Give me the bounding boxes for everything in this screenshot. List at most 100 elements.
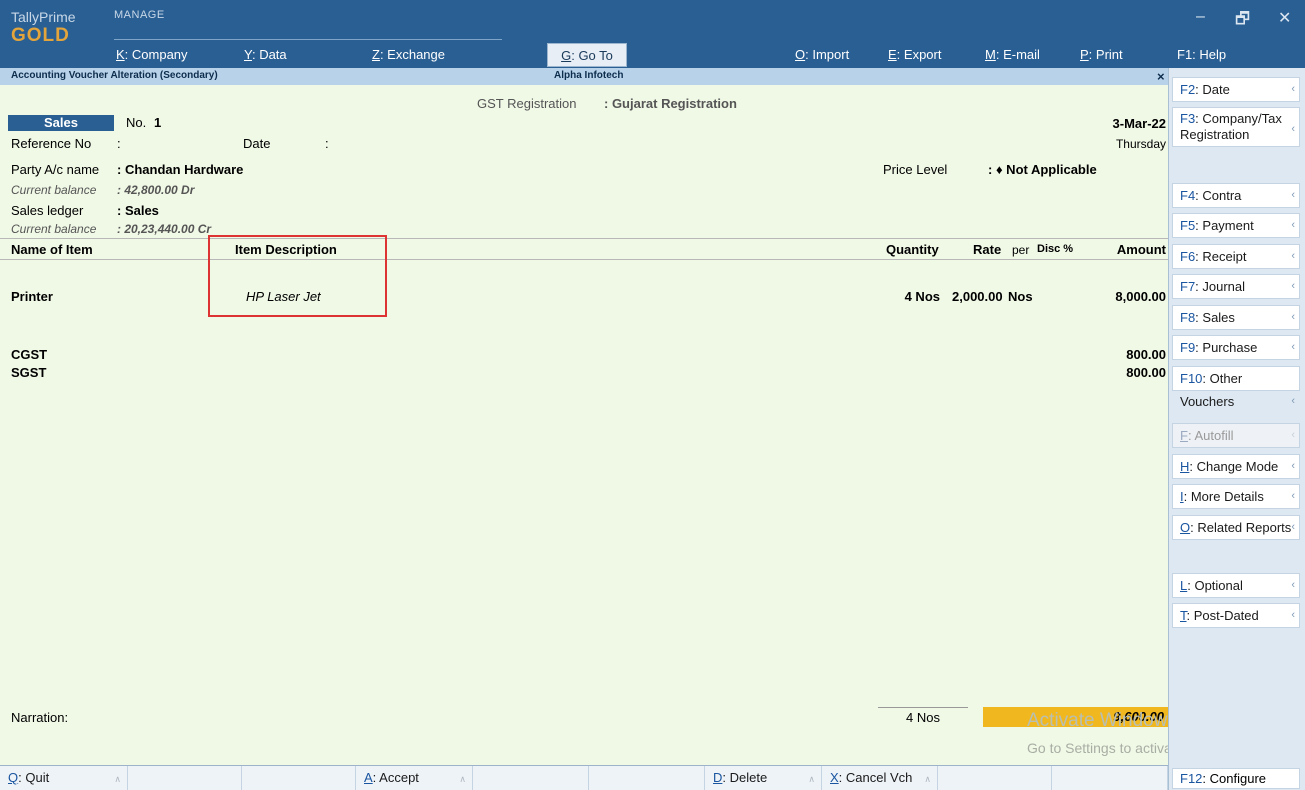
f5-payment-button[interactable]: F5: Payment ‹: [1172, 213, 1300, 238]
sales-balance-label: Current balance: [11, 222, 97, 236]
reference-date-label: Date: [243, 136, 271, 151]
brand-edition: GOLD: [11, 25, 70, 46]
manage-label: MANAGE: [114, 9, 165, 21]
quit-button[interactable]: Q: Quit ∧: [0, 766, 128, 790]
f10-other-vouchers-button[interactable]: F10: Other Vouchers ‹: [1172, 366, 1300, 409]
menu-email[interactable]: M: E-mail: [985, 47, 1040, 62]
bottom-slot-10[interactable]: [1052, 766, 1168, 790]
f4-contra-button[interactable]: F4: Contra ‹: [1172, 183, 1300, 208]
menu-exchange[interactable]: Z: Exchange: [372, 47, 445, 62]
reference-no-colon[interactable]: :: [117, 136, 121, 151]
chevron-left-icon: ‹: [1291, 609, 1295, 621]
chevron-left-icon: ‹: [1291, 341, 1295, 353]
party-balance-label: Current balance: [11, 183, 97, 197]
menu-export[interactable]: E: Export: [888, 47, 941, 62]
optional-button[interactable]: L: Optional ‹: [1172, 573, 1300, 598]
f9-purchase-button[interactable]: F9: Purchase ‹: [1172, 335, 1300, 360]
manage-divider: [114, 39, 502, 40]
item-per[interactable]: Nos: [1008, 289, 1033, 304]
chevron-left-icon: ‹: [1291, 219, 1295, 231]
activate-windows-watermark: Activate Windows: [1027, 710, 1177, 731]
f3-company-tax-button[interactable]: F3: Company/Tax Registration ‹: [1172, 107, 1300, 147]
delete-button[interactable]: D: Delete ∧: [705, 766, 822, 790]
more-details-button[interactable]: I: More Details ‹: [1172, 484, 1300, 509]
menu-help[interactable]: F1: Help: [1177, 47, 1226, 62]
top-bar: TallyPrime GOLD MANAGE K: Company Y: Dat…: [0, 0, 1305, 68]
tax-cgst-amount[interactable]: 800.00: [1090, 347, 1166, 362]
autofill-button[interactable]: F: Autofill ‹: [1172, 423, 1300, 448]
item-description-highlight: [208, 235, 387, 317]
chevron-left-icon: ‹: [1291, 395, 1295, 407]
table-header-divider: [0, 259, 1168, 260]
bottom-button-bar: Q: Quit ∧ A: Accept ∧ D: Delete ∧ X: Cancel…: [0, 765, 1168, 790]
bottom-slot-5[interactable]: [473, 766, 589, 790]
item-quantity[interactable]: 4 Nos: [880, 289, 940, 304]
reference-date-colon[interactable]: :: [325, 136, 329, 151]
menu-data[interactable]: Y: Data: [244, 47, 287, 62]
menu-company[interactable]: K: Company: [116, 47, 188, 62]
bottom-slot-2[interactable]: [128, 766, 242, 790]
chevron-left-icon: ‹: [1291, 189, 1295, 201]
table-top-divider: [0, 238, 1168, 239]
sales-ledger-value[interactable]: : Sales: [117, 203, 159, 218]
price-level-value[interactable]: : ♦ Not Applicable: [988, 162, 1097, 177]
chevron-left-icon: ‹: [1291, 250, 1295, 262]
party-label: Party A/c name: [11, 162, 100, 177]
screen-title: Accounting Voucher Alteration (Secondary…: [11, 70, 218, 81]
tax-cgst-name[interactable]: CGST: [11, 347, 47, 362]
col-amount: Amount: [1116, 242, 1166, 257]
bottom-slot-6[interactable]: [589, 766, 705, 790]
restore-icon[interactable]: 🗗: [1235, 8, 1250, 35]
voucher-no-label: No.: [126, 115, 147, 130]
gst-registration-value[interactable]: : Gujarat Registration: [604, 96, 737, 111]
gst-registration-label: GST Registration: [477, 96, 577, 111]
bottom-slot-3[interactable]: [242, 766, 356, 790]
cancel-voucher-button[interactable]: X: Cancel Vch ∧: [822, 766, 938, 790]
menu-print[interactable]: P: Print: [1080, 47, 1123, 62]
bottom-slot-9[interactable]: [938, 766, 1052, 790]
accept-button[interactable]: A: Accept ∧: [356, 766, 473, 790]
caret-icon: ∧: [114, 774, 121, 784]
menu-goto[interactable]: G: Go To: [547, 43, 627, 67]
tax-sgst-amount[interactable]: 800.00: [1090, 365, 1166, 380]
f6-receipt-button[interactable]: F6: Receipt ‹: [1172, 244, 1300, 269]
f7-journal-button[interactable]: F7: Journal ‹: [1172, 274, 1300, 299]
col-per: per: [1012, 243, 1030, 257]
total-quantity: 4 Nos: [878, 707, 968, 727]
change-mode-button[interactable]: H: Change Mode ‹: [1172, 454, 1300, 479]
sales-ledger-label: Sales ledger: [11, 203, 84, 218]
voucher-type-badge: Sales: [8, 115, 114, 131]
item-name[interactable]: Printer: [11, 289, 53, 304]
f2-date-button[interactable]: F2: Date ‹: [1172, 77, 1300, 102]
col-name-of-item: Name of Item: [11, 242, 93, 257]
chevron-left-icon: ‹: [1291, 521, 1295, 533]
minimize-icon[interactable]: –: [1196, 8, 1205, 26]
item-amount[interactable]: 8,000.00: [1090, 289, 1166, 304]
close-icon[interactable]: ×: [1157, 69, 1165, 84]
company-name: Alpha Infotech: [554, 70, 624, 81]
caret-icon: ∧: [924, 774, 931, 784]
caret-icon: ∧: [808, 774, 815, 784]
sales-balance-value: : 20,23,440.00 Cr: [117, 222, 212, 236]
chevron-left-icon: ‹: [1291, 83, 1295, 95]
chevron-left-icon: ‹: [1291, 579, 1295, 591]
tax-sgst-name[interactable]: SGST: [11, 365, 46, 380]
related-reports-button[interactable]: O: Related Reports ‹: [1172, 515, 1300, 540]
voucher-date[interactable]: 3-Mar-22: [1110, 116, 1166, 131]
narration-label[interactable]: Narration:: [11, 710, 68, 725]
party-value[interactable]: : Chandan Hardware: [117, 162, 243, 177]
menu-import[interactable]: O: Import: [795, 47, 849, 62]
close-window-icon[interactable]: ✕: [1278, 8, 1291, 28]
voucher-no-value[interactable]: 1: [154, 115, 161, 130]
post-dated-button[interactable]: T: Post-Dated ‹: [1172, 603, 1300, 628]
chevron-left-icon: ‹: [1291, 280, 1295, 292]
f8-sales-button[interactable]: F8: Sales ‹: [1172, 305, 1300, 330]
chevron-left-icon: ‹: [1291, 123, 1295, 135]
col-quantity: Quantity: [886, 242, 939, 257]
chevron-left-icon: ‹: [1291, 429, 1295, 441]
item-rate[interactable]: 2,000.00: [952, 289, 1003, 304]
col-rate: Rate: [973, 242, 1002, 257]
voucher-day: Thursday: [1115, 137, 1166, 151]
price-level-label: Price Level: [883, 162, 948, 177]
f12-configure-button[interactable]: F12: Configure: [1172, 768, 1300, 789]
